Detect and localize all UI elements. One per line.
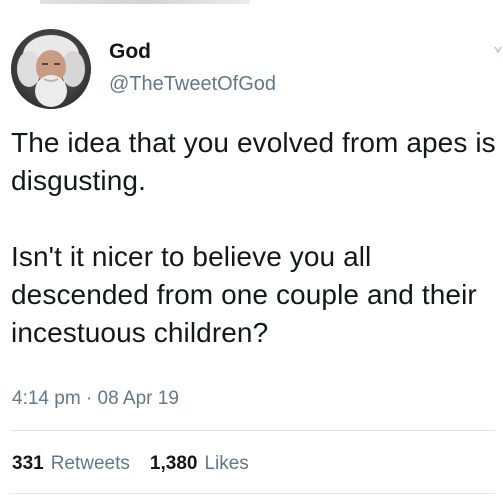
like-label: Likes [204,453,249,474]
tweet-stats: 331 Retweets 1,380 Likes [12,451,249,477]
tweet-time: 4:14 pm [12,388,81,409]
tweet-date: 08 Apr 19 [97,388,179,409]
tweet-paragraph: The idea that you evolved from apes is d… [11,127,496,196]
tweet-card: God @TheTweetOfGod The idea that you evo… [0,0,503,503]
display-name[interactable]: God [109,38,276,66]
tweet-timestamp[interactable]: 4:14 pm · 08 Apr 19 [12,386,179,412]
divider [10,493,495,494]
avatar-image [11,29,91,109]
cropped-header-fragment [40,0,250,4]
author-names: God @TheTweetOfGod [109,38,276,98]
likes-stat[interactable]: 1,380 Likes [150,451,249,477]
retweet-count: 331 [12,453,44,474]
tweet-header: God @TheTweetOfGod [11,28,276,110]
retweet-label: Retweets [50,453,130,474]
like-count: 1,380 [149,453,198,474]
user-handle[interactable]: @TheTweetOfGod [109,70,276,98]
retweets-stat[interactable]: 331 Retweets [12,451,130,477]
tweet-text: The idea that you evolved from apes is d… [11,124,496,352]
meta-separator: · [85,388,93,409]
avatar[interactable] [11,29,91,109]
chevron-down-icon[interactable] [494,42,502,58]
tweet-paragraph: Isn't it nicer to believe you all descen… [11,241,477,348]
divider [10,430,495,431]
